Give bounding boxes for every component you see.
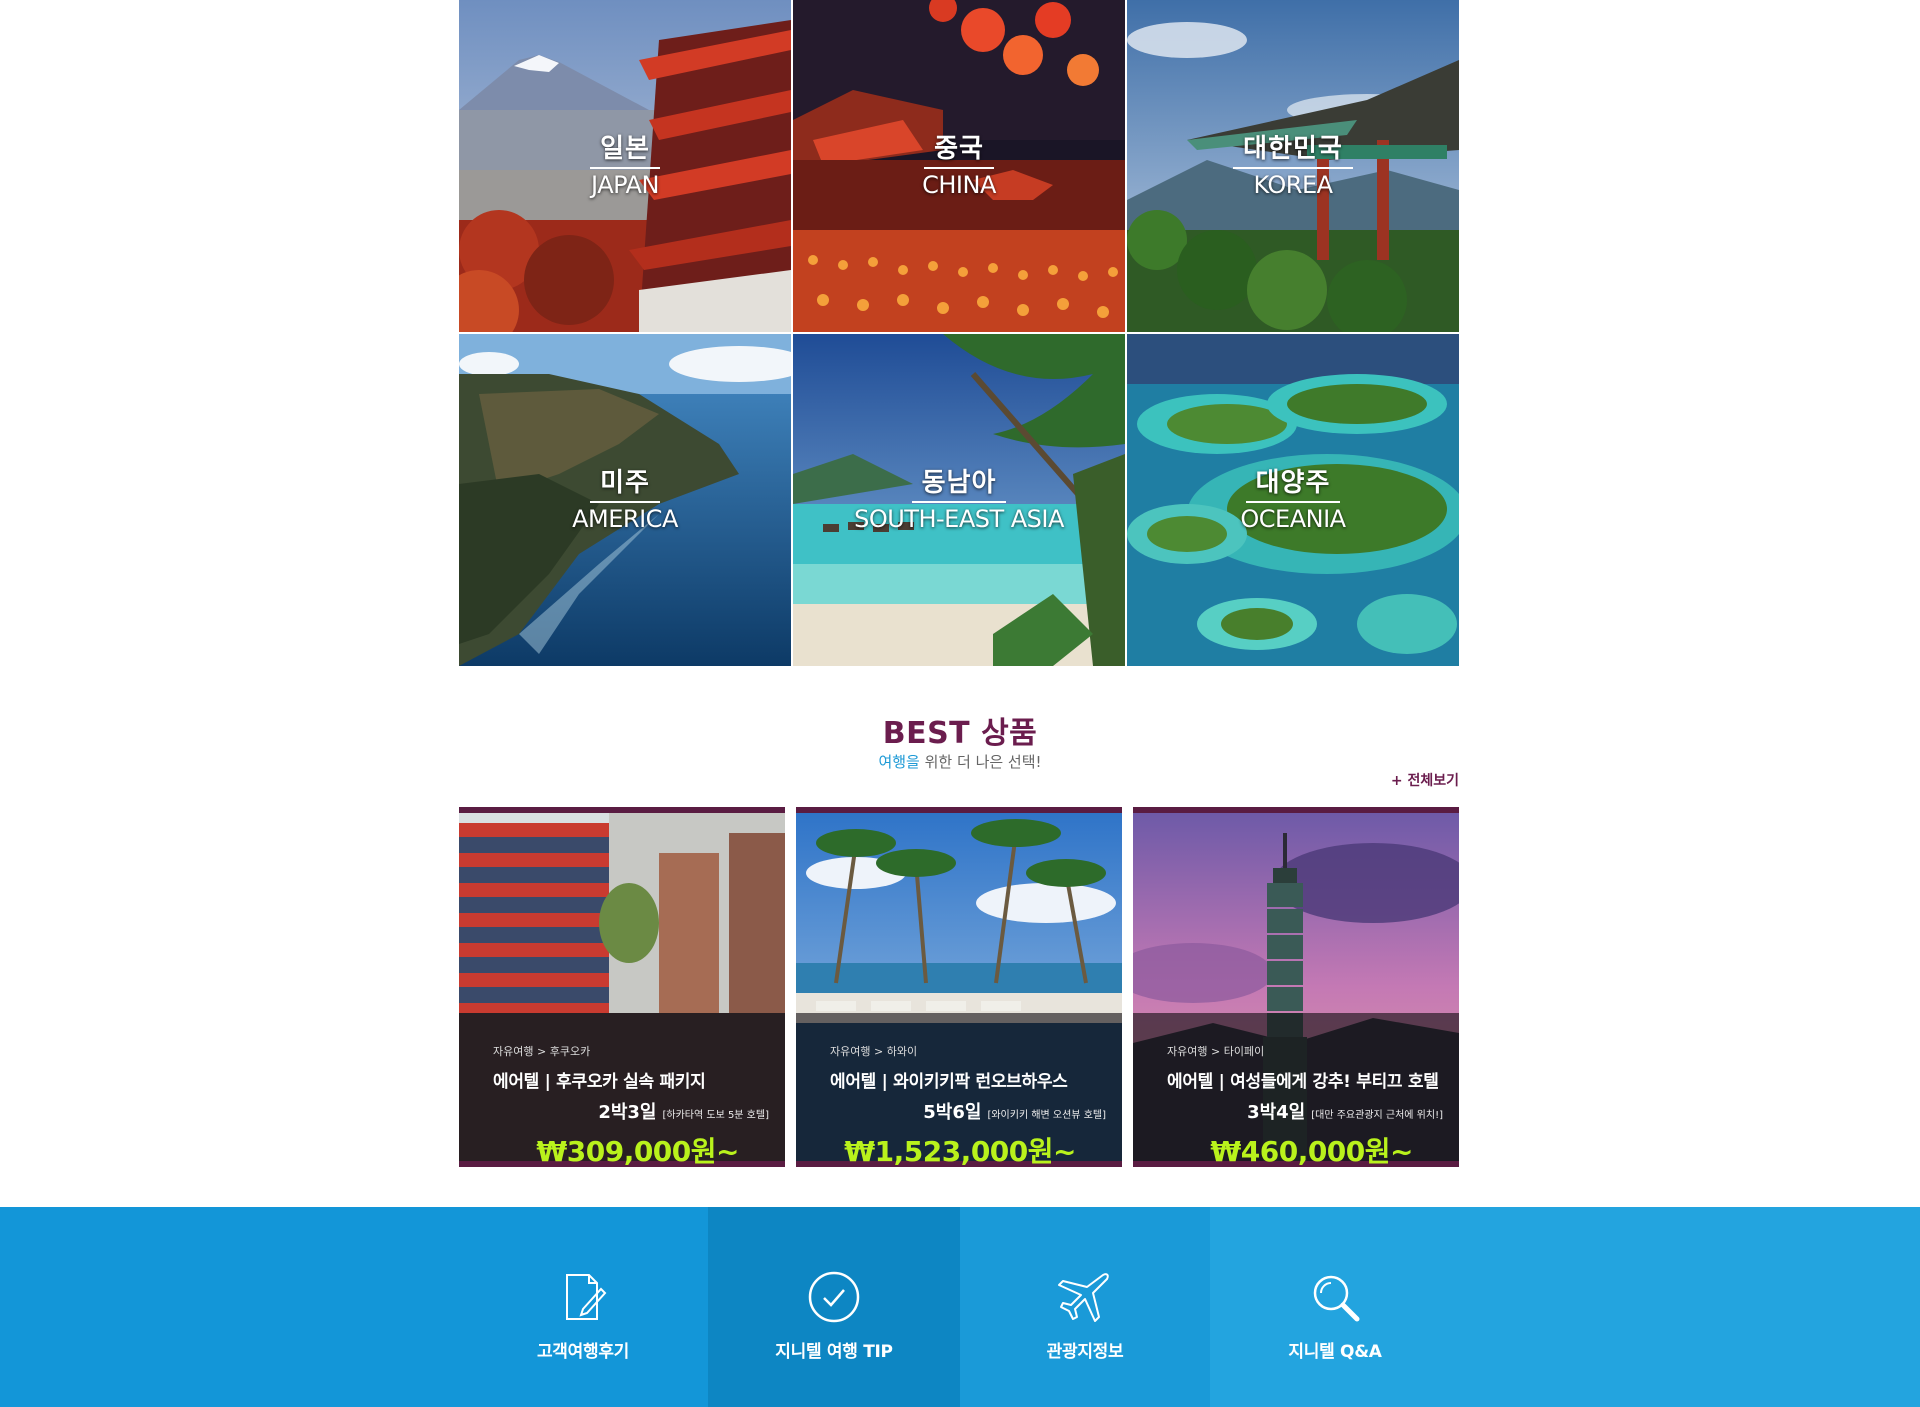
- destination-grid: 일본 JAPAN 중국 CHINA 대한민국 KOREA 미주 AMERICA …: [459, 0, 1459, 666]
- footer-item-reviews[interactable]: 고객여행후기: [458, 1207, 708, 1407]
- destination-name-ko: 대한민국: [1233, 128, 1353, 169]
- destination-name-en: SOUTH-EAST ASIA: [854, 505, 1064, 533]
- destination-name-ko: 미주: [590, 462, 660, 503]
- destination-name-en: JAPAN: [591, 171, 659, 199]
- product-card-taipei[interactable]: 자유여행 > 타이페이 에어텔 | 여성들에게 강추! 부티끄 호텔 3박4일[…: [1133, 807, 1459, 1167]
- destination-tile-southeast-asia[interactable]: 동남아 SOUTH-EAST ASIA: [793, 334, 1125, 666]
- product-price: ₩309,000원~: [536, 1135, 739, 1167]
- best-product-list: 자유여행 > 후쿠오카 에어텔 | 후쿠오카 실속 패키지 2박3일 [하카타역 …: [459, 807, 1459, 1167]
- product-price: ₩460,000원~: [1210, 1135, 1413, 1167]
- product-duration: 5박6일 [와이키키 해변 오션뷰 호텔]: [923, 1102, 1106, 1123]
- destination-name-ko: 동남아: [911, 462, 1007, 503]
- product-breadcrumb: 자유여행 > 타이페이: [1167, 1045, 1265, 1058]
- product-breadcrumb: 자유여행 > 후쿠오카: [493, 1045, 591, 1058]
- product-card-fukuoka[interactable]: 자유여행 > 후쿠오카 에어텔 | 후쿠오카 실속 패키지 2박3일 [하카타역 …: [459, 807, 785, 1167]
- footer-item-travel-tip[interactable]: 지니텔 여행 TIP: [709, 1207, 959, 1407]
- check-circle-icon: [808, 1271, 860, 1323]
- best-section-title: BEST 상품: [882, 716, 1038, 751]
- product-breadcrumb: 자유여행 > 하와이: [830, 1045, 918, 1058]
- destination-name-en: OCEANIA: [1240, 505, 1346, 533]
- product-card-hawaii[interactable]: 자유여행 > 하와이 에어텔 | 와이키키팍 런오브하우스 5박6일 [와이키키 …: [796, 807, 1122, 1167]
- footer-item-label: 지니텔 Q&A: [1288, 1342, 1382, 1362]
- footer-item-label: 고객여행후기: [536, 1342, 630, 1362]
- product-info: 자유여행 > 타이페이 에어텔 | 여성들에게 강추! 부티끄 호텔 3박4일[…: [1133, 1013, 1459, 1167]
- product-name: 에어텔 | 후쿠오카 실속 패키지: [493, 1072, 706, 1092]
- search-icon: [1313, 1275, 1360, 1322]
- product-duration: 2박3일 [하카타역 도보 5분 호텔]: [598, 1102, 769, 1123]
- destination-name-ko: 일본: [590, 128, 660, 169]
- product-name: 에어텔 | 여성들에게 강추! 부티끄 호텔: [1167, 1072, 1439, 1092]
- destination-tile-japan[interactable]: 일본 JAPAN: [459, 0, 791, 332]
- destination-name-en: AMERICA: [572, 505, 678, 533]
- destination-tile-america[interactable]: 미주 AMERICA: [459, 334, 791, 666]
- subtitle-highlight: 여행을: [878, 753, 920, 771]
- footer-item-attractions[interactable]: 관광지정보: [960, 1207, 1210, 1407]
- destination-name-ko: 대양주: [1245, 462, 1341, 503]
- footer-item-label: 관광지정보: [1046, 1342, 1124, 1362]
- product-info: 자유여행 > 후쿠오카 에어텔 | 후쿠오카 실속 패키지 2박3일 [하카타역 …: [459, 1013, 785, 1167]
- product-info: 자유여행 > 하와이 에어텔 | 와이키키팍 런오브하우스 5박6일 [와이키키 …: [796, 1013, 1122, 1167]
- destination-tile-korea[interactable]: 대한민국 KOREA: [1127, 0, 1459, 332]
- subtitle-text: 위한 더 나은 선택!: [919, 753, 1042, 771]
- destination-tile-oceania[interactable]: 대양주 OCEANIA: [1127, 334, 1459, 666]
- product-name: 에어텔 | 와이키키팍 런오브하우스: [830, 1072, 1068, 1092]
- pencil-note-icon: [566, 1274, 607, 1320]
- destination-name-en: CHINA: [922, 171, 996, 199]
- product-price: ₩1,523,000원~: [844, 1135, 1076, 1167]
- footer-quick-menu: 고객여행후기 지니텔 여행 TIP 관광지정보 지니텔 Q&A: [0, 1207, 1920, 1407]
- view-all-link[interactable]: + 전체보기: [1380, 770, 1459, 790]
- destination-name-ko: 중국: [924, 128, 994, 169]
- airplane-icon: [1058, 1273, 1109, 1322]
- destination-tile-china[interactable]: 중국 CHINA: [793, 0, 1125, 332]
- best-section-subtitle: 여행을 위한 더 나은 선택!: [0, 751, 1920, 772]
- product-duration: 3박4일 [대만 주요관광지 근처에 위치!]: [1247, 1102, 1443, 1123]
- footer-item-label: 지니텔 여행 TIP: [775, 1342, 893, 1362]
- destination-name-en: KOREA: [1253, 171, 1333, 199]
- footer-item-qna[interactable]: 지니텔 Q&A: [1210, 1207, 1460, 1407]
